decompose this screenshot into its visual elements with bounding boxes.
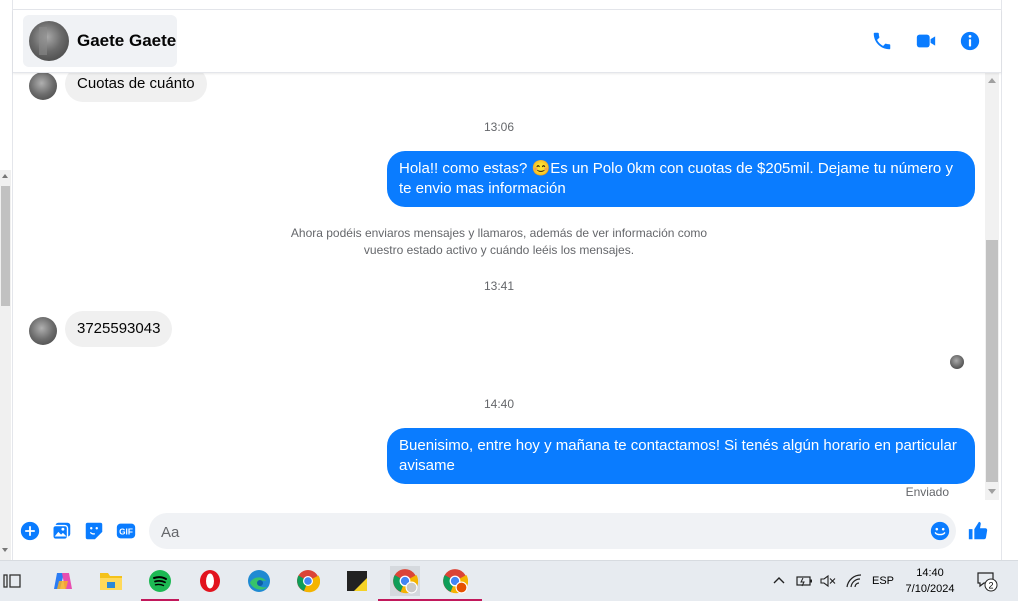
clock-time: 14:40 — [916, 567, 944, 579]
like-icon[interactable] — [967, 520, 989, 542]
image-icon[interactable] — [51, 520, 73, 542]
page-scroll-down-arrow[interactable] — [2, 548, 8, 552]
outgoing-message[interactable]: Hola!! como estas? 😊Es un Polo 0km con c… — [387, 151, 975, 207]
contact-avatar-small — [29, 317, 57, 345]
battery-icon[interactable] — [796, 561, 814, 601]
outgoing-message[interactable]: Buenisimo, entre hoy y mañana te contact… — [387, 428, 975, 484]
chrome-profile-1-icon[interactable] — [378, 566, 432, 601]
wifi-icon[interactable] — [846, 561, 862, 601]
sticker-icon[interactable] — [83, 520, 105, 542]
top-border — [13, 0, 1001, 10]
message-input-wrapper[interactable] — [149, 513, 956, 551]
message-input[interactable] — [159, 513, 923, 551]
copilot-icon[interactable] — [48, 566, 78, 596]
scroll-down-arrow[interactable] — [988, 489, 996, 494]
file-explorer-icon[interactable] — [96, 566, 126, 596]
taskbar: ESP 14:40 7/10/2024 2 — [0, 560, 1018, 601]
notifications-icon[interactable]: 2 — [976, 561, 998, 601]
language-indicator[interactable]: ESP — [872, 561, 894, 601]
contact-avatar-small — [29, 72, 57, 100]
clock-date: 7/10/2024 — [905, 583, 955, 595]
task-view-icon[interactable] — [0, 566, 24, 596]
clock[interactable]: 14:40 7/10/2024 — [898, 565, 962, 597]
gif-label: GIF — [119, 528, 133, 537]
info-icon[interactable] — [959, 30, 981, 52]
video-icon[interactable] — [915, 30, 937, 52]
scroll-up-arrow[interactable] — [988, 78, 996, 83]
composer: GIF — [13, 504, 1001, 560]
messages-scrollbar[interactable] — [985, 72, 999, 500]
message-list[interactable]: Cuotas de cuánto 13:06 Hola!! como estas… — [13, 72, 985, 504]
incoming-message-phone[interactable]: 3725593043 — [65, 311, 173, 347]
chrome-icon[interactable] — [293, 566, 323, 596]
emoji-icon[interactable] — [929, 520, 951, 542]
chat-window: Gaete Gaete Cuotas de cuánto 13:06 Hola!… — [12, 0, 1002, 560]
edge-icon[interactable] — [244, 566, 274, 596]
contact-button[interactable]: Gaete Gaete — [23, 15, 177, 67]
phone-icon[interactable] — [871, 30, 893, 52]
opera-icon[interactable] — [195, 566, 225, 596]
incoming-message[interactable]: Cuotas de cuánto — [65, 72, 207, 102]
scroll-thumb[interactable] — [986, 240, 998, 482]
timestamp: 13:41 — [483, 279, 515, 293]
page-scrollbar[interactable] — [0, 170, 11, 560]
tray-overflow-chevron-icon[interactable] — [772, 561, 786, 601]
seen-avatar — [950, 355, 964, 369]
gif-icon[interactable]: GIF — [115, 520, 137, 542]
sticky-notes-icon[interactable] — [342, 566, 372, 596]
page-scroll-up-arrow[interactable] — [2, 174, 8, 178]
privacy-notice: Ahora podéis enviaros mensajes y llamaro… — [290, 226, 708, 257]
spotify-icon[interactable] — [141, 566, 179, 601]
chrome-profile-2-icon[interactable] — [428, 566, 482, 601]
contact-name: Gaete Gaete — [77, 31, 177, 50]
plus-icon[interactable] — [19, 520, 41, 542]
notification-count: 2 — [988, 581, 993, 591]
volume-muted-icon[interactable] — [820, 561, 836, 601]
chat-header: Gaete Gaete — [13, 10, 1001, 73]
timestamp: 13:06 — [483, 120, 515, 134]
delivery-status: Enviado — [905, 485, 949, 499]
timestamp: 14:40 — [483, 397, 515, 411]
page-scroll-thumb[interactable] — [1, 186, 10, 306]
avatar — [29, 21, 69, 61]
